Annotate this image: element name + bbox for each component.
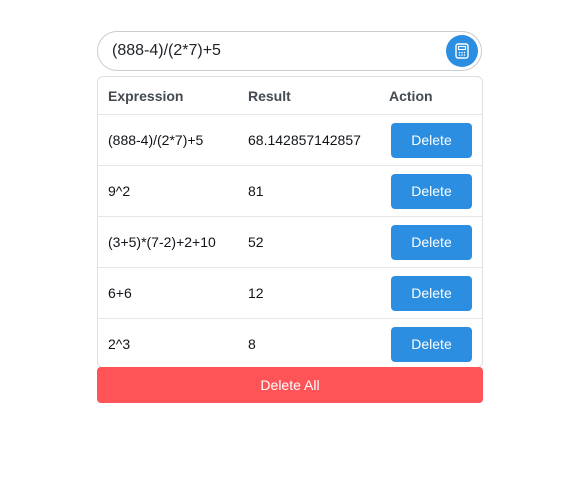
table-row: 2^3 8 Delete	[98, 319, 482, 368]
table-header-row: Expression Result Action	[98, 77, 482, 115]
delete-button[interactable]: Delete	[391, 122, 472, 158]
result-column-header: Result	[238, 77, 379, 115]
table-row: 9^2 81 Delete	[98, 165, 482, 217]
delete-button[interactable]: Delete	[391, 275, 472, 311]
delete-button[interactable]: Delete	[391, 224, 472, 260]
history-panel: Expression Result Action (888-4)/(2*7)+5…	[97, 76, 483, 368]
delete-all-button[interactable]: Delete All	[97, 367, 483, 403]
expression-cell: 6+6	[98, 267, 238, 319]
calculate-button[interactable]	[446, 35, 478, 67]
table-row: (3+5)*(7-2)+2+10 52 Delete	[98, 216, 482, 268]
result-cell: 8	[248, 336, 256, 352]
result-cell: 12	[238, 267, 379, 319]
calculator-app: Expression Result Action (888-4)/(2*7)+5…	[0, 0, 572, 480]
calculator-icon	[455, 43, 469, 59]
action-cell: Delete	[379, 114, 482, 166]
table-row: (888-4)/(2*7)+5 68.142857142857 Delete	[98, 114, 482, 166]
delete-button[interactable]: Delete	[391, 173, 472, 209]
expression-input[interactable]	[112, 32, 432, 70]
result-cell: 52	[238, 216, 379, 268]
expression-cell: 9^2	[98, 165, 238, 217]
history-table: Expression Result Action (888-4)/(2*7)+5…	[98, 77, 482, 368]
table-row: 6+6 12 Delete	[98, 267, 482, 319]
action-cell: Delete	[379, 165, 482, 217]
expression-cell: (888-4)/(2*7)+5	[98, 114, 238, 166]
result-cell: 68.142857142857	[238, 114, 379, 166]
expression-column-header: Expression	[98, 77, 238, 115]
action-cell: Delete	[379, 216, 482, 268]
expression-cell: 2^3	[108, 336, 131, 352]
action-column-header: Action	[379, 77, 482, 115]
action-cell: Delete	[379, 319, 482, 368]
expression-cell: (3+5)*(7-2)+2+10	[98, 216, 238, 268]
result-cell: 81	[238, 165, 379, 217]
expression-search-bar	[97, 31, 482, 71]
delete-button[interactable]: Delete	[391, 326, 472, 362]
action-cell: Delete	[379, 267, 482, 319]
